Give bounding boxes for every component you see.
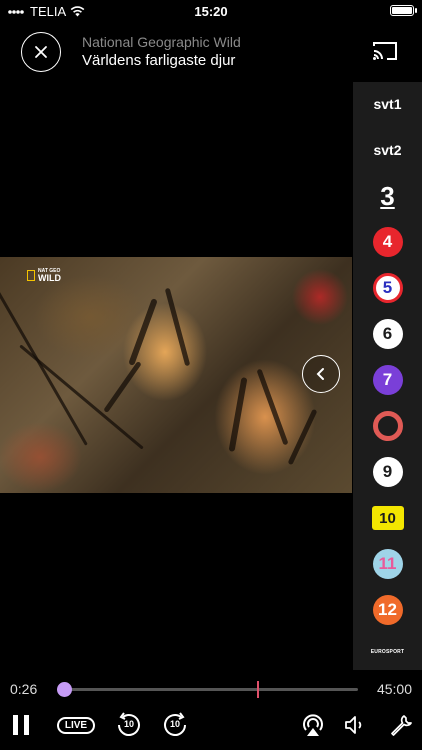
channel-logo-kanal5: 5	[372, 273, 403, 303]
pause-button[interactable]	[8, 708, 34, 742]
program-title: Världens farligaste djur	[82, 52, 236, 69]
airplay-icon	[303, 714, 323, 736]
status-time: 15:20	[194, 4, 228, 19]
rewind-10-button[interactable]: 10	[114, 708, 144, 742]
volume-button[interactable]	[340, 708, 370, 742]
forward-10-button[interactable]: 10	[160, 708, 190, 742]
live-label: LIVE	[56, 716, 96, 734]
program-info: National Geographic Wild Världens farlig…	[82, 33, 241, 71]
seek-bar[interactable]	[57, 681, 358, 698]
channel-logo-tv3: 3	[380, 180, 395, 211]
pause-icon	[13, 715, 29, 735]
channel-item-tv10[interactable]: 10	[353, 496, 422, 540]
channel-item-eurosport[interactable]: EUROSPORT	[353, 630, 422, 674]
channel-item-svt1[interactable]: svt1	[353, 82, 422, 126]
channel-logo-svt2: svt2	[373, 142, 402, 158]
close-button[interactable]	[21, 32, 61, 72]
status-bar: TELIA 15:20	[0, 0, 422, 22]
settings-button[interactable]	[386, 708, 416, 742]
channel-logo-tv10: 10	[371, 506, 404, 530]
airplay-button[interactable]	[298, 708, 328, 742]
collapse-channels-button[interactable]	[302, 355, 340, 393]
live-position-marker	[257, 681, 260, 698]
channel-logo-tv6: 6	[372, 319, 403, 349]
channel-item-kanal11[interactable]: 11	[353, 542, 422, 586]
channel-item-tv12[interactable]: 12	[353, 588, 422, 632]
channel-logo-tv4: 4	[372, 227, 403, 257]
channel-list: svt1 svt2 3 4 5 6 7 8 9 10 11 12 EUROSPO…	[353, 82, 422, 670]
channel-item-sjuan[interactable]: 7	[353, 358, 422, 402]
close-icon	[35, 46, 47, 58]
video-player[interactable]: NAT GEO WILD	[0, 257, 352, 493]
channel-logo-eurosport: EUROSPORT	[370, 649, 405, 655]
channel-watermark: NAT GEO WILD	[27, 268, 61, 283]
cast-icon[interactable]	[372, 40, 398, 62]
channel-item-kanal9[interactable]: 9	[353, 450, 422, 494]
channel-item-kanal5[interactable]: 5	[353, 266, 422, 310]
total-time: 45:00	[376, 681, 412, 697]
live-button[interactable]: LIVE	[54, 708, 98, 742]
channel-item-tv4[interactable]: 4	[353, 220, 422, 264]
rewind-seconds: 10	[123, 719, 134, 729]
channel-item-tv6[interactable]: 6	[353, 312, 422, 356]
elapsed-time: 0:26	[10, 681, 38, 697]
seek-handle[interactable]	[57, 682, 72, 697]
channel-logo-sjuan: 7	[372, 365, 403, 395]
battery-icon	[390, 5, 417, 16]
channel-logo-kanal9: 9	[372, 457, 403, 487]
channel-name: National Geographic Wild	[82, 34, 241, 50]
forward-seconds: 10	[169, 719, 180, 729]
channel-logo-kanal11: 11	[372, 549, 403, 579]
channel-logo-tv8: 8	[372, 411, 403, 441]
channel-item-svt2[interactable]: svt2	[353, 128, 422, 172]
channel-logo-svt1: svt1	[373, 96, 402, 112]
speaker-icon	[345, 716, 362, 734]
channel-item-tv3[interactable]: 3	[353, 174, 422, 218]
channel-item-tv8[interactable]: 8	[353, 404, 422, 448]
watermark-big: WILD	[38, 273, 61, 283]
wrench-icon	[391, 715, 412, 736]
channel-logo-tv12: 12	[372, 595, 403, 625]
chevron-left-icon	[316, 368, 324, 380]
